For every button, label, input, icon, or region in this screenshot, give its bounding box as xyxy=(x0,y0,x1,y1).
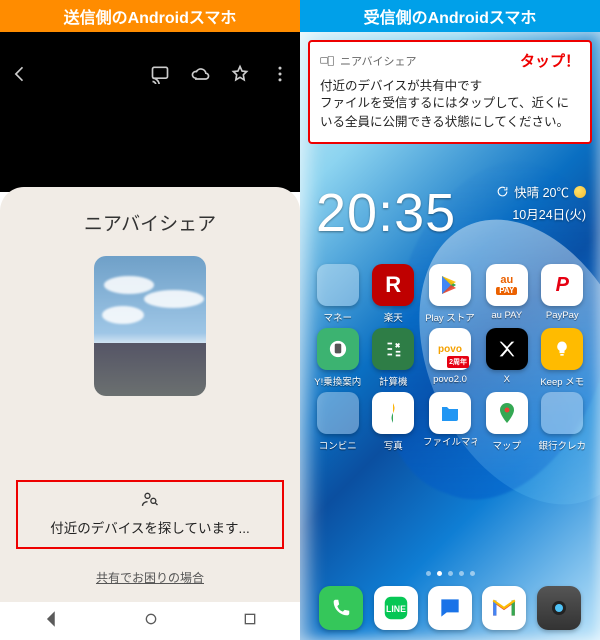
weather-widget[interactable]: 快晴 20℃ 10月24日(火) xyxy=(496,182,586,223)
sheet-title: ニアバイシェア xyxy=(84,209,216,236)
left-banner: 送信側のAndroidスマホ xyxy=(0,0,300,32)
nav-recent-icon[interactable] xyxy=(242,611,258,632)
share-preview-thumbnail xyxy=(94,256,206,396)
app-play-store[interactable]: Play ストア xyxy=(423,264,477,324)
app-bank-folder[interactable]: 銀行クレカ xyxy=(537,392,589,452)
android-navbar xyxy=(0,602,300,640)
app-calculator[interactable]: 計算機 xyxy=(368,328,420,388)
app-konbini-folder[interactable]: コンビニ xyxy=(312,392,364,452)
searching-devices-row[interactable]: 付近のデバイスを探しています... xyxy=(16,480,284,549)
receiver-phone: ニアバイシェア タップ！ 付近のデバイスが共有中です ファイルを受信するにはタッ… xyxy=(300,32,600,640)
dock-camera[interactable] xyxy=(537,586,581,630)
nearby-icon xyxy=(320,56,334,66)
app-aupay[interactable]: auPAYau PAY xyxy=(481,264,533,324)
app-povo[interactable]: povo2周年povo2.0 xyxy=(423,328,477,388)
dock-line[interactable]: LINE xyxy=(374,586,418,630)
app-yahoo-transit[interactable]: Y!乗換案内 xyxy=(312,328,364,388)
star-icon[interactable] xyxy=(230,64,250,84)
app-file-manager[interactable]: ファイルマネージャー xyxy=(423,392,477,452)
notif-app-name: ニアバイシェア xyxy=(320,53,417,69)
moon-icon xyxy=(574,186,586,198)
nav-home-icon[interactable] xyxy=(143,611,159,632)
clock: 20:35 xyxy=(316,182,456,244)
notif-title: 付近のデバイスが共有中です xyxy=(320,75,580,94)
notif-body: ファイルを受信するにはタップして、近くにいる全員に公開できる状態にしてください。 xyxy=(320,94,580,132)
dock-gmail[interactable] xyxy=(482,586,526,630)
refresh-icon xyxy=(496,185,509,198)
people-search-icon xyxy=(139,490,161,510)
app-photos[interactable]: 写真 xyxy=(368,392,420,452)
searching-text: 付近のデバイスを探しています... xyxy=(24,517,276,537)
app-x[interactable]: X xyxy=(481,328,533,388)
svg-text:LINE: LINE xyxy=(386,604,406,614)
app-money-folder[interactable]: マネー xyxy=(312,264,364,324)
app-paypay[interactable]: PPayPay xyxy=(537,264,589,324)
nearby-share-sheet: ニアバイシェア 付近のデバイスを探しています... 共有でお困りの場合 xyxy=(0,187,300,602)
more-icon[interactable] xyxy=(270,64,290,84)
photo-app-toolbar xyxy=(0,52,300,96)
right-banner: 受信側のAndroidスマホ xyxy=(300,0,600,32)
dock-phone[interactable] xyxy=(319,586,363,630)
tap-callout: タップ！ xyxy=(520,50,580,71)
help-link[interactable]: 共有でお困りの場合 xyxy=(96,569,204,586)
app-maps[interactable]: マップ xyxy=(481,392,533,452)
dock-messages[interactable] xyxy=(428,586,472,630)
sender-phone: ニアバイシェア 付近のデバイスを探しています... 共有でお困りの場合 xyxy=(0,32,300,640)
cloud-icon[interactable] xyxy=(190,64,210,84)
app-rakuten[interactable]: R楽天 xyxy=(368,264,420,324)
home-grid: マネー R楽天 Play ストア auPAYau PAY PPayPay Y!乗… xyxy=(300,264,600,452)
date-text: 10月24日(火) xyxy=(496,204,586,223)
back-icon[interactable] xyxy=(10,64,30,84)
cast-icon[interactable] xyxy=(150,64,170,84)
nearby-share-notification[interactable]: ニアバイシェア タップ！ 付近のデバイスが共有中です ファイルを受信するにはタッ… xyxy=(308,40,592,144)
dock: LINE xyxy=(300,586,600,630)
page-indicator xyxy=(300,571,600,576)
app-keep[interactable]: Keep メモ xyxy=(537,328,589,388)
weather-text: 快晴 20℃ xyxy=(514,182,569,201)
nav-back-icon[interactable] xyxy=(42,610,60,633)
